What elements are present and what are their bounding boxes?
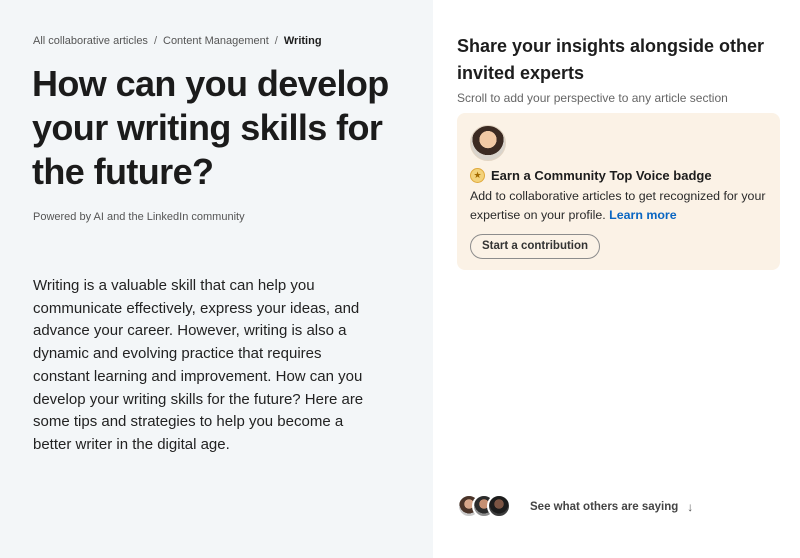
- learn-more-link[interactable]: Learn more: [609, 208, 676, 222]
- community-top-voice-badge-icon: ★: [470, 168, 485, 183]
- avatar: [470, 125, 506, 161]
- see-others-label[interactable]: See what others are saying: [530, 501, 678, 513]
- article-title: How can you develop your writing skills …: [32, 63, 389, 192]
- breadcrumb-content-management[interactable]: Content Management: [163, 35, 269, 47]
- article-intro: Writing is a valuable skill that can hel…: [33, 277, 364, 453]
- breadcrumb-current: Writing: [283, 35, 322, 47]
- share-insights-heading: Share your insights alongside other invi…: [457, 36, 765, 83]
- powered-by-text: Powered by AI and the LinkedIn community: [33, 211, 245, 223]
- share-insights-subtitle: Scroll to add your perspective to any ar…: [457, 91, 728, 105]
- breadcrumb-separator: /: [153, 35, 157, 47]
- card-description: Add to collaborative articles to get rec…: [470, 187, 775, 224]
- breadcrumb-all-articles[interactable]: All collaborative articles: [33, 35, 148, 47]
- top-voice-card: ★ Earn a Community Top Voice badge Add t…: [457, 113, 780, 270]
- badge-title: Earn a Community Top Voice badge: [491, 168, 712, 183]
- breadcrumb: All collaborative articles / Content Manag…: [33, 35, 322, 47]
- badge-row: ★ Earn a Community Top Voice badge: [470, 168, 712, 183]
- article-panel: All collaborative articles / Content Manag…: [0, 0, 433, 558]
- breadcrumb-separator: /: [274, 35, 278, 47]
- see-others-control[interactable]: See what others are saying ↓: [457, 494, 693, 520]
- arrow-down-icon: ↓: [687, 500, 694, 514]
- start-contribution-button[interactable]: Start a contribution: [470, 234, 601, 259]
- avatar: [487, 494, 511, 518]
- contributor-avatars: [457, 494, 517, 520]
